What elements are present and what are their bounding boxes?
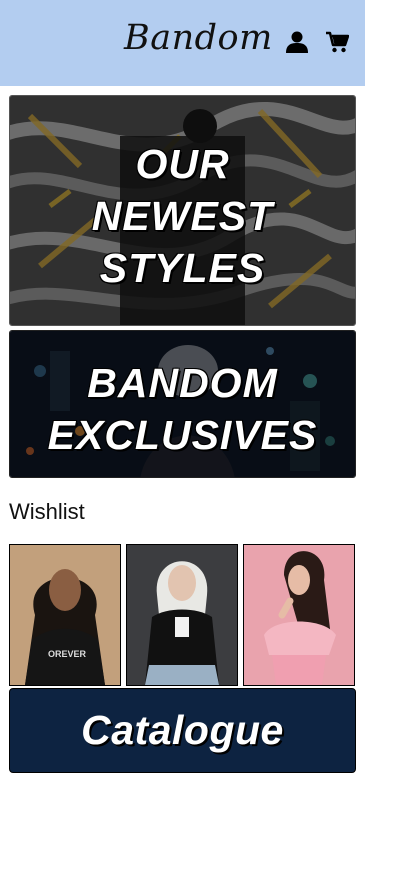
banner-exclusives-title: BANDOM EXCLUSIVES [47,360,318,458]
wishlist-photo: OREVER [10,545,120,685]
shopping-cart-icon[interactable] [325,30,350,59]
wishlist-heading: Wishlist [9,499,85,524]
wishlist-photo [244,545,354,685]
wishlist-photo [127,545,237,685]
banner-newest-styles-title: OUR NEWEST STYLES [91,141,274,291]
wishlist-item[interactable]: OREVER [9,544,121,686]
newest-styles-banner[interactable]: OUR NEWEST STYLES [9,95,356,326]
catalogue-label: Catalogue [81,707,284,753]
catalogue-button[interactable]: Catalogue [9,688,356,773]
brand-logo[interactable]: Bandom [124,18,273,58]
svg-text:OREVER: OREVER [48,649,87,659]
wishlist-item[interactable] [126,544,238,686]
user-icon[interactable] [285,30,309,59]
header-bar: Bandom [0,0,365,86]
bandom-exclusives-banner[interactable]: BANDOM EXCLUSIVES [9,330,356,478]
wishlist-item[interactable] [243,544,355,686]
